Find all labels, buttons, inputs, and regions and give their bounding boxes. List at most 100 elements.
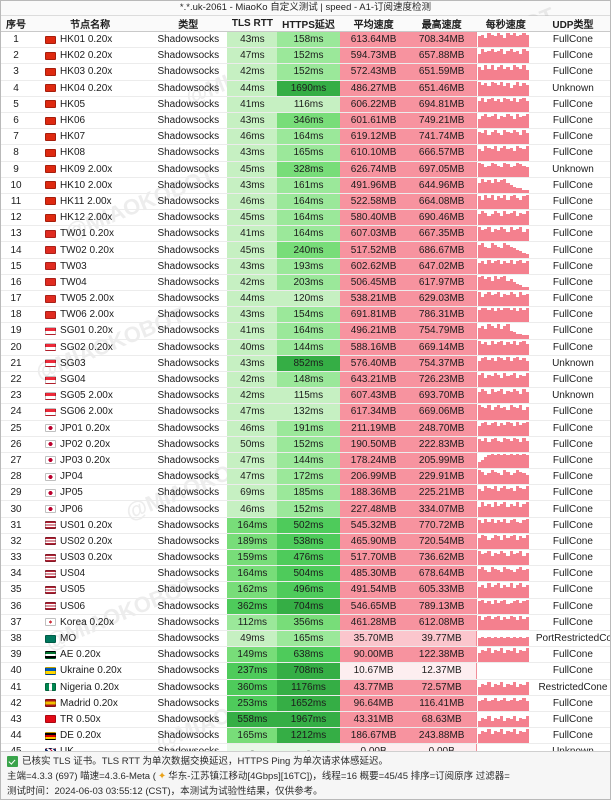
flag-icon-sg xyxy=(45,391,57,400)
table-row[interactable]: 3 HK03 0.20x Shadowsocks 42ms 152ms 572.43MB 6… xyxy=(1,63,610,81)
cell-node-name: TW03 xyxy=(31,258,150,275)
sparkline-bars xyxy=(477,681,529,695)
cell-avg-speed: 506.45MB xyxy=(339,274,408,292)
col-header-https-delay[interactable]: HTTPS延迟 xyxy=(277,16,340,32)
cell-tls-rtt: 362ms xyxy=(227,598,278,615)
cell-per-second-chart xyxy=(475,517,536,534)
table-row[interactable]: 26 JP02 0.20x Shadowsocks 50ms 152ms 190.50MB… xyxy=(1,436,610,453)
table-row[interactable]: 35 US05 Shadowsocks 162ms 496ms 491.54MB 605.3… xyxy=(1,581,610,599)
cell-max-speed: 741.74MB xyxy=(407,128,476,146)
table-row[interactable]: 39 AE 0.20x Shadowsocks 149ms 638ms 90.00MB 12… xyxy=(1,646,610,664)
flag-icon-us xyxy=(45,537,57,546)
node-name-label: Nigeria 0.20x xyxy=(60,681,119,693)
table-row[interactable]: 12 HK12 2.00x Shadowsocks 45ms 164ms 580.40MB… xyxy=(1,209,610,227)
table-row[interactable]: 40 Ukraine 0.20x Shadowsocks 237ms 708ms 10.6… xyxy=(1,662,610,680)
cell-avg-speed: 617.34MB xyxy=(339,403,408,421)
table-row[interactable]: 29 JP05 Shadowsocks 69ms 185ms 188.36MB 225.21… xyxy=(1,484,610,502)
table-row[interactable]: 13 TW01 0.20x Shadowsocks 41ms 164ms 607.03MB… xyxy=(1,225,610,243)
cell-index: 11 xyxy=(1,193,32,211)
sparkline-bar xyxy=(525,474,529,484)
col-header-tls-rtt[interactable]: TLS RTT xyxy=(227,16,278,32)
cell-index: 2 xyxy=(1,47,32,65)
cell-avg-speed: 594.73MB xyxy=(339,47,408,65)
table-row[interactable]: 16 TW04 Shadowsocks 42ms 203ms 506.45MB 617.97… xyxy=(1,274,610,292)
table-row[interactable]: 33 US03 0.20x Shadowsocks 159ms 476ms 517.70M… xyxy=(1,549,610,567)
sparkline-bars xyxy=(477,324,529,339)
table-row[interactable]: 18 TW06 2.00x Shadowsocks 43ms 154ms 691.81MB… xyxy=(1,306,610,324)
col-header-index[interactable]: 序号 xyxy=(1,16,32,32)
table-row[interactable]: 19 SG01 0.20x Shadowsocks 41ms 164ms 496.21MB… xyxy=(1,322,610,340)
table-row[interactable]: 2 HK02 0.20x Shadowsocks 47ms 152ms 594.73MB 6… xyxy=(1,47,610,65)
cell-tls-rtt: 45ms xyxy=(227,161,278,178)
sparkline-bars xyxy=(477,81,529,96)
table-row[interactable]: 36 US06 Shadowsocks 362ms 704ms 546.65MB 789.1… xyxy=(1,598,610,615)
sparkline xyxy=(475,307,536,322)
cell-max-speed: 229.91MB xyxy=(407,468,476,486)
table-row[interactable]: 20 SG02 0.20x Shadowsocks 40ms 144ms 588.16MB… xyxy=(1,339,610,356)
col-header-avg-speed[interactable]: 平均速度 xyxy=(339,16,408,32)
table-row[interactable]: 37 Korea 0.20x Shadowsocks 112ms 356ms 461.28… xyxy=(1,614,610,631)
table-row[interactable]: 43 TR 0.50x Shadowsocks 558ms 1967ms 43.31MB 6… xyxy=(1,711,610,729)
flag-icon-hk xyxy=(45,148,57,157)
table-row[interactable]: 42 Madrid 0.20x Shadowsocks 253ms 1652ms 96.6… xyxy=(1,695,610,712)
cell-udp-type: FullCone xyxy=(535,96,610,113)
table-row[interactable]: 11 HK11 2.00x Shadowsocks 46ms 164ms 522.58MB… xyxy=(1,193,610,211)
cell-type: Shadowsocks xyxy=(149,500,228,518)
cell-per-second-chart xyxy=(475,565,536,583)
sparkline-bars xyxy=(477,502,529,517)
table-row[interactable]: 15 TW03 Shadowsocks 43ms 193ms 602.62MB 647.02… xyxy=(1,258,610,275)
sparkline-bars xyxy=(477,243,529,258)
table-row[interactable]: 34 US04 Shadowsocks 164ms 504ms 485.30MB 678.6… xyxy=(1,565,610,583)
cell-udp-type: FullCone xyxy=(535,306,610,324)
table-row[interactable]: 22 SG04 Shadowsocks 42ms 148ms 643.21MB 726.23… xyxy=(1,371,610,389)
cell-per-second-chart xyxy=(475,258,536,275)
cell-max-speed: 749.21MB xyxy=(407,112,476,130)
sparkline-axis xyxy=(475,323,477,339)
flag-icon-tw xyxy=(45,278,57,287)
cell-udp-type: FullCone xyxy=(535,144,610,162)
cell-udp-type: FullCone xyxy=(535,420,610,437)
col-header-udp-type[interactable]: UDP类型 xyxy=(535,16,610,32)
col-header-max-speed[interactable]: 最高速度 xyxy=(407,16,476,32)
cell-index: 6 xyxy=(1,112,32,130)
table-row[interactable]: 8 HK08 Shadowsocks 43ms 165ms 610.10MB 666.57M… xyxy=(1,144,610,162)
table-row[interactable]: 38 MO Shadowsocks 49ms 165ms 35.70MB 39.77MB Po… xyxy=(1,630,610,648)
table-row[interactable]: 7 HK07 Shadowsocks 46ms 164ms 619.12MB 741.74M… xyxy=(1,128,610,146)
table-row[interactable]: 9 HK09 2.00x Shadowsocks 45ms 328ms 626.74MB 6… xyxy=(1,161,610,178)
table-row[interactable]: 10 HK10 2.00x Shadowsocks 43ms 161ms 491.96MB… xyxy=(1,177,610,194)
cell-node-name: HK09 2.00x xyxy=(31,161,150,178)
table-row[interactable]: 25 JP01 0.20x Shadowsocks 46ms 191ms 211.19MB… xyxy=(1,420,610,437)
cell-per-second-chart xyxy=(475,549,536,567)
cell-https-delay: 152ms xyxy=(277,63,340,81)
table-row[interactable]: 28 JP04 Shadowsocks 47ms 172ms 206.99MB 229.91… xyxy=(1,468,610,486)
col-header-type[interactable]: 类型 xyxy=(149,16,228,32)
table-row[interactable]: 44 DE 0.20x Shadowsocks 165ms 1212ms 186.67MB… xyxy=(1,727,610,745)
table-row[interactable]: 30 JP06 Shadowsocks 46ms 152ms 227.48MB 334.07… xyxy=(1,500,610,518)
sparkline-bar xyxy=(525,701,529,711)
cell-node-name: HK12 2.00x xyxy=(31,209,150,227)
table-row[interactable]: 14 TW02 0.20x Shadowsocks 45ms 240ms 517.52MB… xyxy=(1,241,610,259)
table-row[interactable]: 17 TW05 2.00x Shadowsocks 44ms 120ms 538.21MB… xyxy=(1,290,610,308)
table-row[interactable]: 27 JP03 0.20x Shadowsocks 47ms 144ms 178.24MB… xyxy=(1,452,610,470)
table-row[interactable]: 31 US01 0.20x Shadowsocks 164ms 502ms 545.32M… xyxy=(1,517,610,534)
cell-type: Shadowsocks xyxy=(149,727,228,745)
table-row[interactable]: 21 SG03 Shadowsocks 43ms 852ms 576.40MB 754.37… xyxy=(1,355,610,372)
sparkline-bar xyxy=(525,146,529,160)
sparkline-bar xyxy=(525,228,529,241)
sparkline-bar xyxy=(525,729,529,743)
sparkline xyxy=(475,274,536,290)
col-header-node-name[interactable]: 节点名称 xyxy=(31,16,150,32)
table-row[interactable]: 41 Nigeria 0.20x Shadowsocks 360ms 1176ms 43.… xyxy=(1,679,610,696)
table-row[interactable]: 23 SG05 2.00x Shadowsocks 42ms 115ms 607.43MB… xyxy=(1,387,610,405)
cell-tls-rtt: 43ms xyxy=(227,144,278,162)
col-header-per-second[interactable]: 每秒速度 xyxy=(475,16,536,32)
cell-per-second-chart xyxy=(475,96,536,113)
table-row[interactable]: 24 SG06 2.00x Shadowsocks 47ms 132ms 617.34MB… xyxy=(1,403,610,421)
table-row[interactable]: 6 HK06 Shadowsocks 43ms 346ms 601.61MB 749.21M… xyxy=(1,112,610,130)
cell-avg-speed: 211.19MB xyxy=(339,420,408,437)
table-row[interactable]: 4 HK04 0.20x Shadowsocks 44ms 1690ms 486.27MB… xyxy=(1,80,610,97)
cell-avg-speed: 178.24MB xyxy=(339,452,408,470)
table-row[interactable]: 32 US02 0.20x Shadowsocks 189ms 538ms 465.90M… xyxy=(1,533,610,551)
table-row[interactable]: 5 HK05 Shadowsocks 41ms 116ms 606.22MB 694.81M… xyxy=(1,96,610,113)
table-row[interactable]: 1 HK01 0.20x Shadowsocks 43ms 158ms 613.64MB 7… xyxy=(1,31,610,49)
